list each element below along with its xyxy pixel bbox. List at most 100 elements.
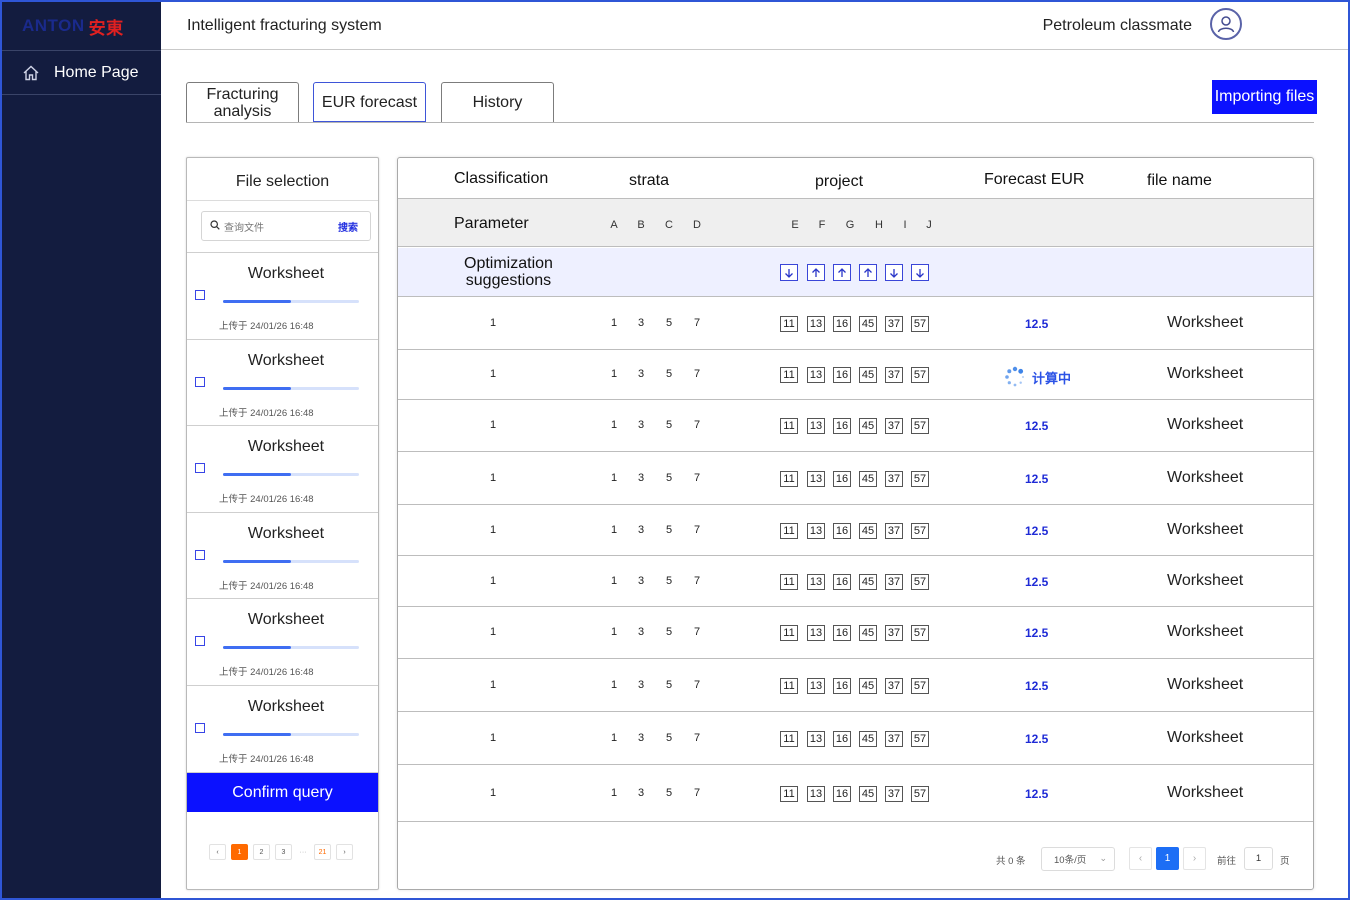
project-value: 13 <box>807 786 825 802</box>
page-button[interactable]: 21 <box>314 844 331 860</box>
sidebar-item-home[interactable]: Home Page <box>2 51 161 95</box>
file-checkbox[interactable] <box>195 722 205 733</box>
file-list-item[interactable]: Worksheet 上传于 24/01/26 16:48 <box>187 426 378 513</box>
file-checkbox[interactable] <box>195 463 205 474</box>
next-page-button[interactable]: › <box>1183 847 1206 870</box>
brand-logo: ANTON 安東 <box>2 2 161 50</box>
project-value: 37 <box>885 523 903 539</box>
project-value: 11 <box>780 523 798 539</box>
upload-progress-fill <box>223 386 291 390</box>
strata-value: 7 <box>693 419 701 431</box>
file-checkbox[interactable] <box>195 290 205 300</box>
table-row[interactable]: 1 1 3 5 7 11 13 16 45 37 57 计算中 Worksheet <box>398 350 1313 400</box>
table-header-row: Classification strata project Forecast E… <box>398 158 1313 199</box>
strata-value: 3 <box>637 524 645 536</box>
file-list-item[interactable]: Worksheet 上传于 24/01/26 16:48 <box>187 599 378 686</box>
project-value: 11 <box>780 625 798 641</box>
project-param-label: G <box>845 219 855 231</box>
file-list-item[interactable]: Worksheet 上传于 24/01/26 16:48 <box>187 340 378 427</box>
file-checkbox[interactable] <box>195 636 205 647</box>
project-value: 37 <box>885 678 903 694</box>
file-name: Worksheet <box>247 265 325 282</box>
page-button[interactable]: 1 <box>231 844 248 860</box>
table-row[interactable]: 1 1 3 5 7 11 13 16 45 37 57 12.5 Worksheet <box>398 400 1313 452</box>
tab-eur-forecast[interactable]: EUR forecast <box>313 82 426 122</box>
upload-progress-bar <box>223 559 359 563</box>
current-page-button[interactable]: 1 <box>1156 847 1179 870</box>
header-forecast-eur: Forecast EUR <box>984 171 1085 188</box>
project-value: 11 <box>780 367 798 383</box>
upload-time: 上传于 24/01/26 16:48 <box>219 494 314 506</box>
arrow-down-icon[interactable] <box>885 264 903 281</box>
project-value: 16 <box>833 625 851 641</box>
arrow-up-icon[interactable] <box>859 264 877 281</box>
strata-value: 5 <box>665 626 673 638</box>
user-name[interactable]: Petroleum classmate <box>1043 17 1192 35</box>
project-value: 16 <box>833 316 851 332</box>
tab-fracturing-analysis[interactable]: Fracturing analysis <box>186 82 299 122</box>
project-param-label: H <box>875 219 883 231</box>
next-page-button[interactable]: › <box>336 844 353 860</box>
page-size-select[interactable]: 10条/页 ⌄ <box>1041 847 1115 871</box>
file-selection-panel: File selection 查询文件 搜索 Worksheet 上传于 24/0… <box>186 157 379 890</box>
file-name-cell: Worksheet <box>1167 623 1244 640</box>
arrow-up-icon[interactable] <box>807 264 825 281</box>
file-list-item[interactable]: Worksheet 上传于 24/01/26 16:48 <box>187 513 378 600</box>
calculating-label: 计算中 <box>1032 370 1072 386</box>
project-value: 13 <box>807 625 825 641</box>
tab-label: EUR forecast <box>321 93 418 111</box>
forecast-eur-value: 12.5 <box>1025 626 1049 640</box>
project-value: 45 <box>859 625 877 641</box>
tab-label: Fracturing analysis <box>206 85 279 120</box>
parameter-label: Parameter <box>454 215 529 232</box>
upload-progress-bar <box>223 473 359 477</box>
strata-value: 5 <box>665 679 673 691</box>
prev-page-button[interactable]: ‹ <box>1129 847 1152 870</box>
search-button[interactable]: 搜索 <box>338 219 358 234</box>
page-button[interactable]: 2 <box>253 844 270 860</box>
table-row[interactable]: 1 1 3 5 7 11 13 16 45 37 57 12.5 Worksheet <box>398 659 1313 712</box>
arrow-down-icon[interactable] <box>911 264 929 281</box>
goto-page-input[interactable]: 1 <box>1244 847 1273 870</box>
user-avatar-icon[interactable] <box>1210 8 1242 40</box>
upload-progress-fill <box>223 300 291 303</box>
arrow-down-icon[interactable] <box>780 264 798 281</box>
loading-spinner-icon <box>1005 366 1024 387</box>
project-param-label: F <box>818 219 826 231</box>
table-row[interactable]: 1 1 3 5 7 11 13 16 45 37 57 12.5 Worksheet <box>398 765 1313 822</box>
project-value: 37 <box>885 471 903 487</box>
table-row[interactable]: 1 1 3 5 7 11 13 16 45 37 57 12.5 Worksheet <box>398 607 1313 659</box>
file-list-item[interactable]: Worksheet 上传于 24/01/26 16:48 <box>187 686 378 773</box>
file-name: Worksheet <box>247 351 325 369</box>
table-row[interactable]: 1 1 3 5 7 11 13 16 45 37 57 12.5 Worksheet <box>398 452 1313 505</box>
file-pager: ‹ 1 2 3 ··· 21 › <box>209 844 353 860</box>
table-row[interactable]: 1 1 3 5 7 11 13 16 45 37 57 12.5 Worksheet <box>398 712 1313 765</box>
file-list-item[interactable]: Worksheet 上传于 24/01/26 16:48 <box>187 253 378 340</box>
arrow-up-icon[interactable] <box>833 264 851 281</box>
project-value: 13 <box>807 523 825 539</box>
project-value: 45 <box>859 678 877 694</box>
page-button[interactable]: 3 <box>275 844 292 860</box>
strata-value: 3 <box>637 626 645 638</box>
file-checkbox[interactable] <box>195 549 205 560</box>
import-files-button[interactable]: Importing files <box>1212 80 1317 114</box>
table-row[interactable]: 1 1 3 5 7 11 13 16 45 37 57 12.5 Worksheet <box>398 556 1313 607</box>
classification-cell: 1 <box>490 626 497 638</box>
file-checkbox[interactable] <box>195 376 205 387</box>
file-search-input[interactable]: 查询文件 搜索 <box>201 211 371 241</box>
project-value: 37 <box>885 316 903 332</box>
strata-value: 7 <box>693 626 701 638</box>
project-value: 45 <box>859 471 877 487</box>
forecast-eur-value: 12.5 <box>1025 787 1049 801</box>
strata-param-label: D <box>693 219 701 231</box>
upload-progress-bar <box>223 386 359 390</box>
project-value: 16 <box>833 418 851 434</box>
upload-progress-fill <box>223 559 291 563</box>
table-row[interactable]: 1 1 3 5 7 11 13 16 45 37 57 12.5 Worksheet <box>398 505 1313 556</box>
tab-history[interactable]: History <box>441 82 554 122</box>
table-row[interactable]: 1 1 3 5 7 11 13 16 45 37 57 12.5 Worksheet <box>398 298 1313 350</box>
file-panel-title: File selection <box>187 158 378 201</box>
project-value: 16 <box>833 731 851 747</box>
confirm-query-button[interactable]: Confirm query <box>187 773 378 812</box>
prev-page-button[interactable]: ‹ <box>209 844 226 860</box>
